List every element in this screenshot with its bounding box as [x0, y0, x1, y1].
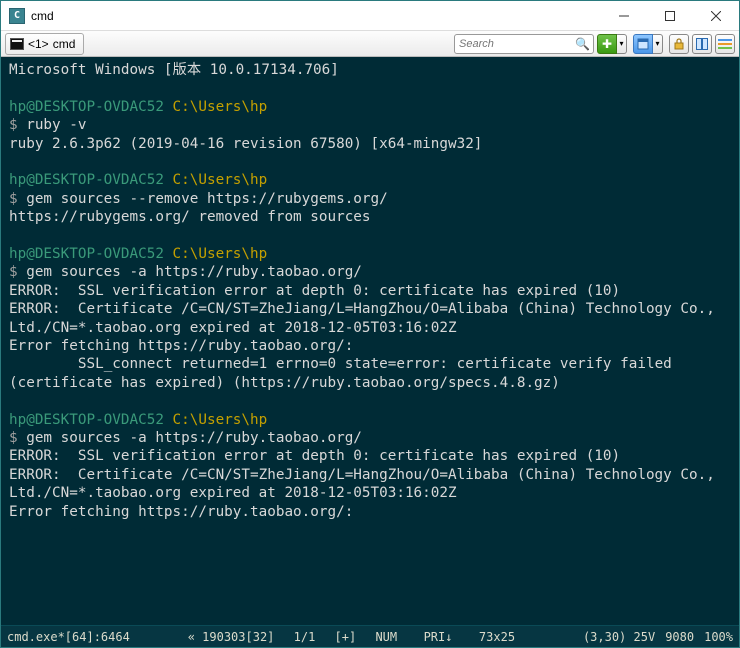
menu-button[interactable]	[715, 34, 735, 54]
close-button[interactable]	[693, 1, 739, 31]
window: cmd <1> cmd 🔍 ✚ ▾ ▾	[0, 0, 740, 648]
terminal-line: https://rubygems.org/ removed from sourc…	[9, 208, 731, 226]
terminal-line: ERROR: Certificate /C=CN/ST=ZheJiang/L=H…	[9, 300, 731, 337]
app-icon	[9, 8, 25, 24]
tile-button[interactable]	[692, 34, 712, 54]
terminal-line: ruby 2.6.3p62 (2019-04-16 revision 67580…	[9, 135, 731, 153]
titlebar: cmd	[1, 1, 739, 31]
console-tab[interactable]: <1> cmd	[5, 33, 84, 55]
statusbar: cmd.exe*[64]:6464 « 190303[32] 1/1 [+] N…	[1, 625, 739, 647]
status-page: 1/1	[286, 630, 322, 644]
minimize-button[interactable]	[601, 1, 647, 31]
status-cursor: (3,30) 25V	[583, 630, 655, 644]
terminal-line: hp@DESKTOP-OVDAC52 C:\Users\hp	[9, 171, 731, 189]
terminal-line: ERROR: Certificate /C=CN/ST=ZheJiang/L=H…	[9, 466, 731, 503]
terminal-line: ERROR: SSL verification error at depth 0…	[9, 282, 731, 300]
status-size: 73x25	[472, 630, 515, 644]
terminal-line: hp@DESKTOP-OVDAC52 C:\Users\hp	[9, 411, 731, 429]
terminal-line: $ gem sources -a https://ruby.taobao.org…	[9, 429, 731, 447]
terminal-line: hp@DESKTOP-OVDAC52 C:\Users\hp	[9, 245, 731, 263]
search-icon[interactable]: 🔍	[575, 37, 589, 51]
new-console-dropdown[interactable]: ▾	[617, 34, 627, 54]
console-icon	[10, 38, 24, 50]
terminal-block: hp@DESKTOP-OVDAC52 C:\Users\hp$ gem sour…	[9, 411, 731, 521]
search-box[interactable]: 🔍	[454, 34, 594, 54]
status-numlock: NUM	[368, 630, 404, 644]
terminal-block: Microsoft Windows [版本 10.0.17134.706]	[9, 61, 731, 79]
lock-button[interactable]	[669, 34, 689, 54]
search-input[interactable]	[459, 38, 575, 50]
window-mode-button[interactable]	[633, 34, 653, 54]
toolbar: <1> cmd 🔍 ✚ ▾ ▾	[1, 31, 739, 57]
maximize-button[interactable]	[647, 1, 693, 31]
status-pid2: 9080	[665, 630, 694, 644]
status-buffer: « 190303[32]	[188, 630, 275, 644]
terminal-line: $ gem sources -a https://ruby.taobao.org…	[9, 263, 731, 281]
terminal-line: $ ruby -v	[9, 116, 731, 134]
terminal-output[interactable]: Microsoft Windows [版本 10.0.17134.706] hp@…	[1, 57, 739, 625]
status-zoom: 100%	[704, 630, 733, 644]
terminal-line: Microsoft Windows [版本 10.0.17134.706]	[9, 61, 731, 79]
terminal-line: Error fetching https://ruby.taobao.org/:	[9, 337, 731, 355]
terminal-line: ERROR: SSL verification error at depth 0…	[9, 447, 731, 465]
terminal-block: hp@DESKTOP-OVDAC52 C:\Users\hp$ ruby -vr…	[9, 98, 731, 153]
status-process: cmd.exe*[64]:6464	[7, 630, 130, 644]
terminal-line: SSL_connect returned=1 errno=0 state=err…	[9, 355, 731, 392]
terminal-block: hp@DESKTOP-OVDAC52 C:\Users\hp$ gem sour…	[9, 171, 731, 226]
terminal-line: $ gem sources --remove https://rubygems.…	[9, 190, 731, 208]
tab-label: cmd	[53, 37, 76, 51]
status-priority: PRI↓	[416, 630, 459, 644]
tab-index: <1>	[28, 37, 49, 51]
terminal-block: hp@DESKTOP-OVDAC52 C:\Users\hp$ gem sour…	[9, 245, 731, 392]
terminal-line: Error fetching https://ruby.taobao.org/:	[9, 503, 731, 521]
window-mode-dropdown[interactable]: ▾	[653, 34, 663, 54]
terminal-line: hp@DESKTOP-OVDAC52 C:\Users\hp	[9, 98, 731, 116]
status-modified: [+]	[335, 630, 357, 644]
new-console-button[interactable]: ✚	[597, 34, 617, 54]
window-title: cmd	[31, 9, 601, 23]
